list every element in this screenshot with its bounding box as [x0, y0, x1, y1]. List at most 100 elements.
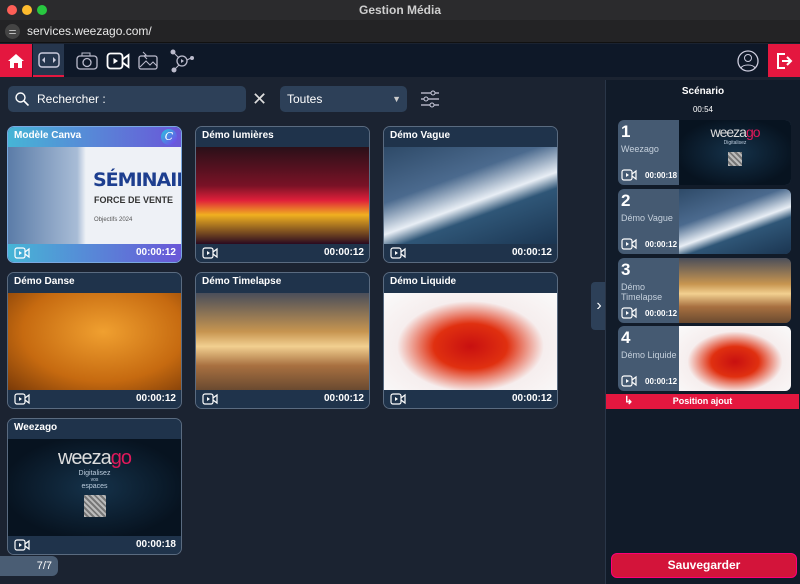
scenario-total-duration: 00:54: [606, 105, 800, 114]
slides-button[interactable]: [33, 44, 64, 77]
thumb-subheading: FORCE DE VENTE: [94, 195, 173, 205]
qr-code: [84, 495, 106, 517]
close-window-button[interactable]: [7, 5, 17, 15]
media-card[interactable]: Démo Danse 00:00:12: [7, 272, 182, 409]
item-name: Démo Timelapse: [621, 282, 671, 302]
address-bar[interactable]: ⚌ services.weezago.com/: [0, 20, 800, 43]
weezago-logo: weezago: [8, 439, 181, 470]
media-card[interactable]: Démo Vague 00:00:12: [383, 126, 558, 263]
item-duration: 00:00:12: [645, 377, 677, 386]
media-duration: 00:00:18: [136, 539, 176, 550]
thumb-heading: SÉMINAIRE: [93, 169, 182, 191]
thumb-note: Objectifs 2024: [94, 217, 132, 223]
search-icon: [15, 92, 29, 106]
clear-search-icon[interactable]: ✕: [252, 89, 267, 109]
item-name: Démo Vague: [621, 213, 673, 223]
media-title: Weezago: [8, 419, 181, 439]
media-thumbnail: [196, 147, 369, 244]
video-icon: [14, 247, 30, 259]
video-icon: [106, 52, 130, 70]
app-toolbar: [0, 44, 800, 77]
scenario-item[interactable]: 4 Démo Liquide 00:00:12: [618, 326, 791, 391]
video-icon: [202, 393, 218, 405]
thumb-line: espaces: [8, 483, 181, 490]
scenario-item[interactable]: 1Weezago00:00:18 weezagoDigitalisez: [618, 120, 791, 185]
home-button[interactable]: [0, 44, 32, 77]
category-select-value: Toutes: [287, 92, 322, 106]
media-duration: 00:00:12: [324, 393, 364, 404]
maximize-window-button[interactable]: [37, 5, 47, 15]
media-title: Démo Liquide: [384, 273, 557, 293]
chevron-down-icon: ▼: [392, 86, 401, 112]
save-button[interactable]: Sauvegarder: [611, 553, 797, 578]
item-name: Weezago: [621, 144, 659, 154]
scenario-title: Scénario: [606, 86, 800, 97]
search-input[interactable]: Rechercher :: [8, 86, 246, 112]
media-title: Modèle Canva: [8, 127, 181, 147]
window-titlebar: Gestion Média: [0, 0, 800, 20]
media-title: Démo Danse: [8, 273, 181, 293]
camera-icon: [76, 52, 98, 70]
photo-button[interactable]: [74, 44, 100, 77]
thumb-line: Digitalisez: [8, 470, 181, 477]
url-text[interactable]: services.weezago.com/: [27, 20, 152, 43]
item-duration: 00:00:18: [645, 171, 677, 180]
item-number: 4: [621, 328, 630, 348]
media-card[interactable]: Démo Liquide 00:00:12: [383, 272, 558, 409]
page-counter: 7/7: [0, 556, 58, 576]
scenario-item[interactable]: 3Démo Timelapse00:00:12: [618, 258, 791, 323]
scenario-item[interactable]: 2 Démo Vague 00:00:12: [618, 189, 791, 254]
media-card[interactable]: Démo lumières 00:00:12: [195, 126, 370, 263]
video-icon: [621, 169, 637, 181]
home-icon: [7, 52, 25, 70]
video-icon: [390, 393, 406, 405]
media-title: Démo Timelapse: [196, 273, 369, 293]
network-button[interactable]: [168, 44, 196, 77]
video-icon: [621, 375, 637, 387]
position-insert-bar[interactable]: ↳ Position ajout: [606, 394, 799, 409]
image-button[interactable]: [136, 44, 160, 77]
media-thumbnail: [384, 147, 557, 244]
media-title: Démo Vague: [384, 127, 557, 147]
video-icon: [14, 393, 30, 405]
user-button[interactable]: [736, 44, 760, 77]
media-card[interactable]: Weezago weezago Digitalisez vos espaces …: [7, 418, 182, 555]
media-card[interactable]: Modèle Canva C SÉMINAIRE FORCE DE VENTE …: [7, 126, 182, 263]
user-icon: [737, 50, 759, 72]
item-number: 2: [621, 191, 630, 211]
media-duration: 00:00:12: [512, 247, 552, 258]
item-thumbnail: [679, 326, 791, 391]
item-thumbnail: weezagoDigitalisez: [679, 120, 791, 185]
video-button[interactable]: [104, 44, 132, 77]
search-placeholder: Rechercher :: [37, 86, 106, 112]
slides-icon: [38, 52, 60, 68]
logout-button[interactable]: [768, 44, 800, 77]
media-library: Rechercher : ✕ Toutes ▼ Modèle Canva C SÉ…: [0, 77, 604, 584]
video-icon: [621, 307, 637, 319]
media-duration: 00:00:12: [136, 393, 176, 404]
media-title: Démo lumières: [196, 127, 369, 147]
turn-arrow-icon: ↳: [624, 394, 633, 409]
media-duration: 00:00:12: [324, 247, 364, 258]
item-thumbnail: [679, 258, 791, 323]
media-card[interactable]: Démo Timelapse 00:00:12: [195, 272, 370, 409]
media-duration: 00:00:12: [136, 247, 176, 258]
media-thumbnail: [196, 293, 369, 390]
video-icon: [202, 247, 218, 259]
category-select[interactable]: Toutes ▼: [280, 86, 407, 112]
minimize-window-button[interactable]: [22, 5, 32, 15]
logout-icon: [775, 52, 793, 70]
media-thumbnail: [8, 293, 181, 390]
item-name: Démo Liquide: [621, 350, 677, 360]
position-label: Position ajout: [673, 396, 733, 406]
item-duration: 00:00:12: [645, 240, 677, 249]
site-settings-icon[interactable]: ⚌: [5, 24, 20, 39]
media-thumbnail: weezago Digitalisez vos espaces: [8, 439, 181, 536]
item-number: 3: [621, 260, 630, 280]
video-icon: [14, 539, 30, 551]
network-icon: [169, 48, 195, 74]
canva-icon: C: [161, 129, 177, 145]
media-thumbnail: SÉMINAIRE FORCE DE VENTE Objectifs 2024: [8, 147, 181, 244]
video-icon: [621, 238, 637, 250]
filter-settings-icon[interactable]: [420, 89, 440, 109]
